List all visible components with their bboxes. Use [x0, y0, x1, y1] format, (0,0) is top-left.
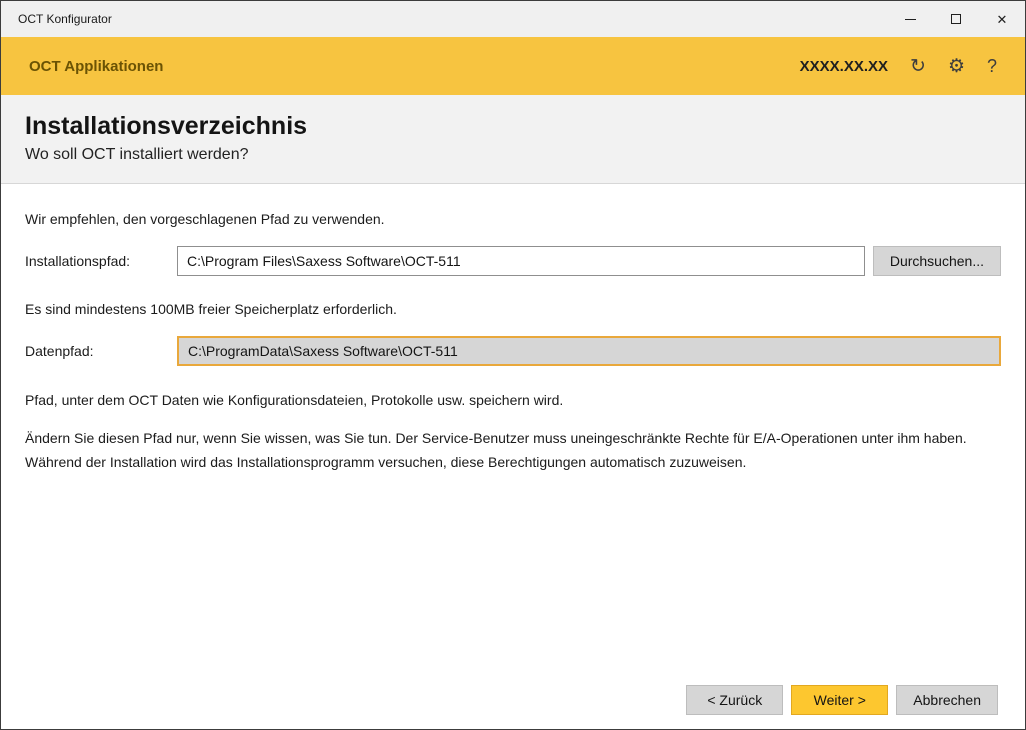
refresh-icon[interactable]: ↻ [910, 57, 926, 76]
maximize-icon [951, 14, 961, 24]
back-button[interactable]: < Zurück [686, 685, 783, 715]
titlebar: OCT Konfigurator ✕ [1, 1, 1025, 37]
data-path-label: Datenpfad: [25, 343, 177, 359]
close-icon: ✕ [997, 13, 1008, 26]
install-path-input[interactable] [177, 246, 865, 276]
window-title: OCT Konfigurator [1, 12, 112, 26]
maximize-button[interactable] [933, 1, 979, 37]
app-header: OCT Applikationen XXXX.XX.XX ↻ ⚙ ? [1, 37, 1025, 95]
wizard-footer: < Zurück Weiter > Abbrechen [25, 685, 1001, 729]
gear-icon[interactable]: ⚙ [948, 57, 965, 76]
next-button[interactable]: Weiter > [791, 685, 888, 715]
minimize-icon [905, 19, 916, 20]
window-controls: ✕ [887, 1, 1025, 37]
cancel-button[interactable]: Abbrechen [896, 685, 998, 715]
data-path-warning: Ändern Sie diesen Pfad nur, wenn Sie wis… [25, 426, 1001, 474]
data-path-note: Pfad, unter dem OCT Daten wie Konfigurat… [25, 391, 1001, 409]
page-subtitle: Wo soll OCT installiert werden? [25, 146, 1001, 164]
version-label: XXXX.XX.XX [800, 58, 888, 75]
close-button[interactable]: ✕ [979, 1, 1025, 37]
install-path-row: Installationspfad: Durchsuchen... [25, 246, 1001, 276]
page-content: Wir empfehlen, den vorgeschlagenen Pfad … [1, 184, 1025, 729]
page-title: Installationsverzeichnis [25, 112, 1001, 141]
recommendation-text: Wir empfehlen, den vorgeschlagenen Pfad … [25, 210, 1001, 228]
installer-window: OCT Konfigurator ✕ OCT Applikationen XXX… [0, 0, 1026, 730]
header-right: XXXX.XX.XX ↻ ⚙ ? [800, 57, 997, 76]
install-path-label: Installationspfad: [25, 253, 177, 269]
data-path-input[interactable] [177, 336, 1001, 366]
page-header: Installationsverzeichnis Wo soll OCT ins… [1, 95, 1025, 184]
app-title: OCT Applikationen [29, 58, 163, 75]
data-path-row: Datenpfad: [25, 336, 1001, 366]
browse-button[interactable]: Durchsuchen... [873, 246, 1001, 276]
minimize-button[interactable] [887, 1, 933, 37]
help-icon[interactable]: ? [987, 57, 997, 75]
disk-space-note: Es sind mindestens 100MB freier Speicher… [25, 300, 1001, 318]
